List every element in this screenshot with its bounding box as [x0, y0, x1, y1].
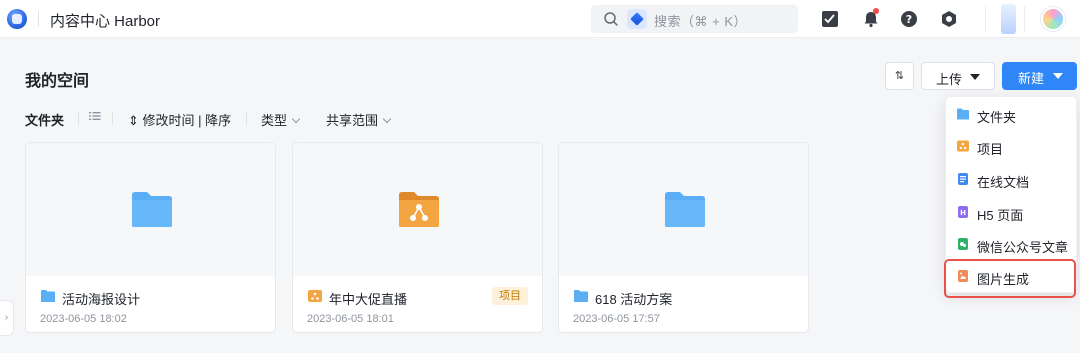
card-date: 2023-06-05 17:57 — [573, 313, 660, 325]
app-logo[interactable] — [7, 9, 27, 29]
svg-text:H: H — [960, 209, 966, 217]
task-check-icon[interactable] — [821, 10, 839, 28]
upload-button-label: 上传 — [936, 72, 963, 87]
help-icon[interactable]: ? — [900, 10, 918, 28]
card-thumbnail — [559, 143, 808, 276]
folder-card[interactable]: 618 活动方案 2023-06-05 17:57 — [558, 142, 809, 333]
menu-item-label: 项目 — [977, 142, 1004, 157]
folder-icon — [665, 192, 705, 227]
wechat-article-icon — [958, 238, 968, 250]
divider — [112, 112, 113, 125]
divider — [38, 11, 39, 27]
caret-down-icon — [970, 74, 980, 80]
sort-filter[interactable]: ⇕ 修改时间 | 降序 — [128, 110, 231, 129]
menu-item-label: H5 页面 — [977, 208, 1024, 223]
project-card[interactable]: 年中大促直播 项目 2023-06-05 18:01 — [292, 142, 543, 333]
menu-item-folder[interactable]: 文件夹 — [946, 102, 1076, 128]
card-name: 年中大促直播 — [329, 292, 408, 307]
folder-card[interactable]: 活动海报设计 2023-06-05 18:02 — [25, 142, 276, 333]
folder-icon — [132, 192, 172, 227]
sidebar-expand-toggle[interactable]: › — [0, 300, 14, 336]
caret-down-icon — [1053, 73, 1063, 79]
new-button-label: 新建 — [1018, 71, 1045, 86]
folder-icon — [574, 290, 588, 302]
menu-item-label: 在线文档 — [977, 175, 1030, 190]
card-thumbnail — [293, 143, 542, 276]
svg-text:?: ? — [906, 13, 912, 26]
sort-toggle-button[interactable]: ⇅ — [885, 62, 914, 90]
type-filter[interactable]: 类型 — [261, 110, 301, 129]
search-box[interactable]: 搜索（⌘ + K） — [591, 5, 798, 33]
share-scope-filter[interactable]: 共享范围 — [326, 110, 392, 129]
workspace-switcher[interactable] — [1001, 4, 1016, 34]
card-thumbnail — [26, 143, 275, 276]
card-date: 2023-06-05 18:02 — [40, 313, 127, 325]
card-date: 2023-06-05 18:01 — [307, 313, 394, 325]
menu-item-h5-page[interactable]: H H5 页面 — [946, 200, 1076, 226]
avatar[interactable] — [1041, 7, 1065, 31]
card-name: 活动海报设计 — [62, 292, 141, 307]
divider — [1024, 6, 1025, 32]
doc-icon — [958, 173, 968, 185]
chevron-down-icon — [291, 114, 301, 124]
menu-item-label: 微信公众号文章 — [977, 240, 1069, 255]
h5-icon: H — [958, 206, 968, 218]
ai-spark-icon — [627, 9, 647, 29]
upload-button[interactable]: 上传 — [921, 62, 995, 90]
notification-dot — [873, 8, 879, 14]
app-title: 内容中心 Harbor — [50, 13, 161, 30]
type-filter-label: 类型 — [261, 113, 288, 128]
project-icon — [399, 192, 439, 227]
filter-folder-tab[interactable]: 文件夹 — [25, 110, 64, 129]
menu-item-project[interactable]: 项目 — [946, 134, 1076, 160]
chevron-down-icon — [382, 114, 392, 124]
project-tag-badge: 项目 — [492, 287, 528, 305]
divider — [985, 6, 986, 32]
divider — [246, 112, 247, 125]
settings-hex-icon[interactable] — [940, 10, 958, 28]
highlight-box — [944, 259, 1076, 298]
list-view-icon[interactable] — [88, 109, 102, 123]
folder-icon — [41, 290, 55, 302]
page-title: 我的空间 — [25, 73, 90, 90]
menu-item-online-doc[interactable]: 在线文档 — [946, 167, 1076, 193]
menu-item-label: 文件夹 — [977, 110, 1017, 125]
project-icon — [308, 290, 322, 302]
project-icon — [957, 140, 969, 152]
top-bar: 内容中心 Harbor 搜索（⌘ + K） ? — [0, 0, 1080, 38]
folder-icon — [957, 108, 969, 120]
search-icon — [604, 12, 618, 26]
card-name: 618 活动方案 — [595, 292, 673, 307]
new-button[interactable]: 新建 — [1002, 62, 1077, 90]
search-placeholder: 搜索（⌘ + K） — [654, 14, 747, 29]
share-filter-label: 共享范围 — [326, 113, 379, 128]
divider — [78, 112, 79, 125]
menu-item-wechat-article[interactable]: 微信公众号文章 — [946, 232, 1076, 258]
